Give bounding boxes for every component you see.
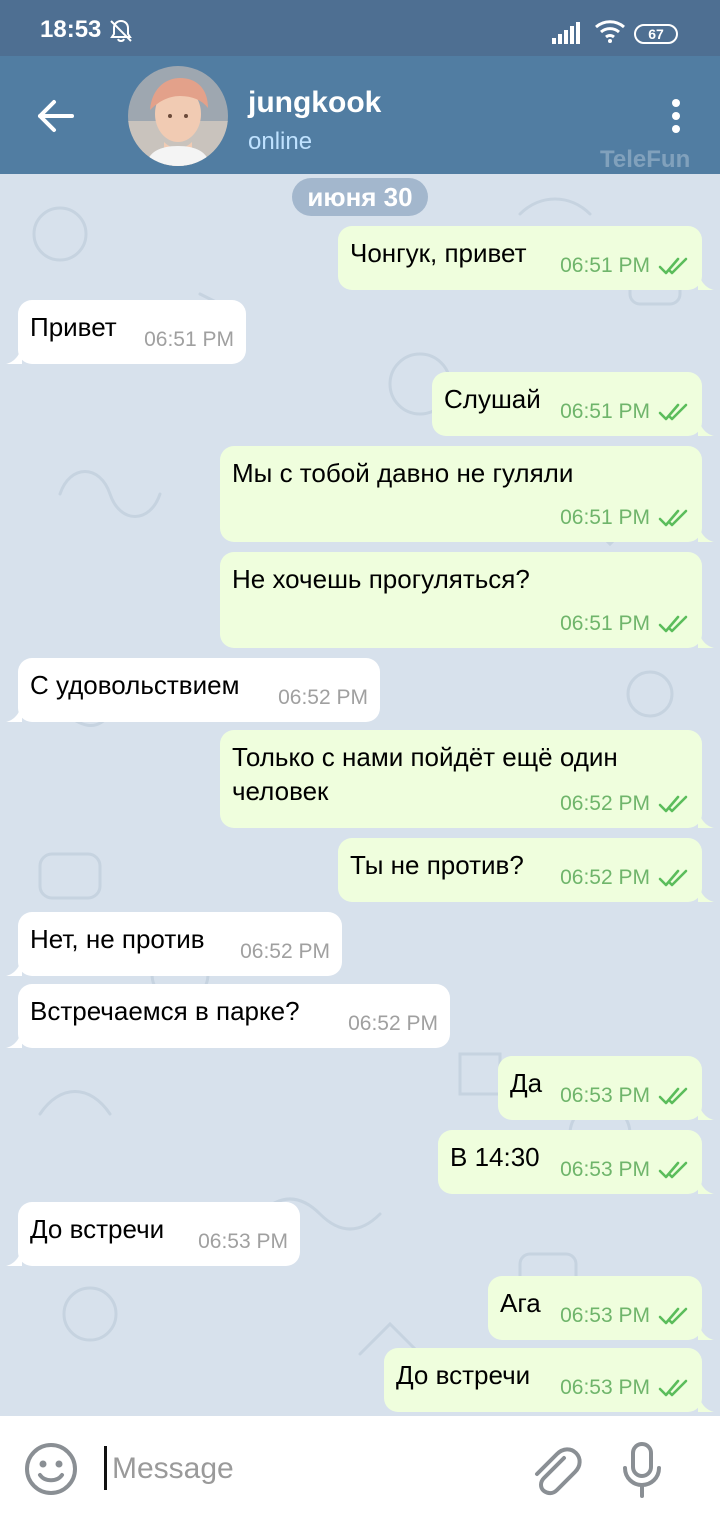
signal-icon — [552, 22, 580, 44]
wifi-icon — [595, 20, 625, 43]
back-arrow-icon[interactable] — [30, 96, 80, 136]
outgoing-message[interactable]: Ага 06:53 PM — [488, 1276, 714, 1340]
message-input[interactable] — [110, 1446, 494, 1492]
message-meta: 06:51 PM — [560, 506, 690, 530]
double-check-icon — [658, 869, 688, 887]
watermark: TeleFun — [600, 146, 691, 173]
outgoing-message[interactable]: Не хочешь прогуляться? 06:51 PM — [220, 552, 714, 648]
message-meta: 06:51 PM — [560, 400, 690, 424]
outgoing-message[interactable]: Ты не против? 06:52 PM — [338, 838, 714, 902]
bubble-tail — [698, 1392, 714, 1412]
outgoing-message[interactable]: Да 06:53 PM — [498, 1056, 714, 1120]
message-time: 06:51 PM — [144, 328, 234, 351]
message-meta: 06:53 PM — [560, 1304, 690, 1328]
paperclip-icon[interactable] — [526, 1442, 582, 1498]
double-check-icon — [658, 257, 688, 275]
outgoing-message[interactable]: В 14:30 06:53 PM — [438, 1130, 714, 1194]
incoming-message[interactable]: До встречи 06:53 PM — [6, 1202, 300, 1266]
message-time: 06:52 PM — [240, 940, 330, 963]
double-check-icon — [658, 795, 688, 813]
message-meta: 06:52 PM — [560, 792, 690, 816]
bubble-tail — [6, 1028, 22, 1048]
bubble-tail — [698, 1320, 714, 1340]
message-time: 06:51 PM — [560, 612, 650, 635]
incoming-message[interactable]: Встречаемся в парке? 06:52 PM — [6, 984, 450, 1048]
bubble-tail — [6, 956, 22, 976]
message-time: 06:53 PM — [560, 1084, 650, 1107]
chat-status: online — [248, 128, 313, 155]
message-meta: 06:53 PM — [560, 1376, 690, 1400]
date-badge: июня 30 — [292, 178, 428, 216]
avatar[interactable] — [128, 66, 228, 166]
double-check-icon — [658, 509, 688, 527]
double-check-icon — [658, 1161, 688, 1179]
message-meta: 06:52 PM — [348, 1012, 438, 1036]
text-cursor — [104, 1446, 107, 1490]
double-check-icon — [658, 615, 688, 633]
message-time: 06:52 PM — [560, 866, 650, 889]
battery-indicator: 67 — [634, 24, 678, 44]
outgoing-message[interactable]: Чонгук, привет 06:51 PM — [338, 226, 714, 290]
chat-name: jungkook — [248, 86, 382, 119]
status-time: 18:53 — [40, 16, 102, 43]
chat-header: jungkook online TeleFun — [0, 56, 720, 174]
incoming-message[interactable]: Привет 06:51 PM — [6, 300, 246, 364]
message-meta: 06:51 PM — [560, 254, 690, 278]
bubble-tail — [6, 702, 22, 722]
outgoing-message[interactable]: Только с нами пойдёт ещё один человек 06:… — [220, 730, 714, 828]
bell-muted-icon — [110, 19, 132, 43]
message-meta: 06:53 PM — [560, 1158, 690, 1182]
bubble-tail — [698, 882, 714, 902]
bubble-tail — [698, 808, 714, 828]
bubble-tail — [6, 1246, 22, 1266]
message-time: 06:51 PM — [560, 506, 650, 529]
message-time: 06:53 PM — [198, 1230, 288, 1253]
incoming-message[interactable]: Нет, не против 06:52 PM — [6, 912, 342, 976]
double-check-icon — [658, 1307, 688, 1325]
bubble-tail — [698, 270, 714, 290]
message-time: 06:51 PM — [560, 254, 650, 277]
message-meta: 06:52 PM — [560, 866, 690, 890]
bubble-tail — [698, 522, 714, 542]
message-meta: 06:52 PM — [240, 940, 330, 964]
message-meta: 06:51 PM — [144, 328, 234, 352]
message-meta: 06:53 PM — [198, 1230, 288, 1254]
bubble-tail — [698, 628, 714, 648]
more-vertical-icon[interactable] — [662, 96, 690, 136]
message-time: 06:53 PM — [560, 1158, 650, 1181]
message-meta: 06:51 PM — [560, 612, 690, 636]
bubble-tail — [698, 416, 714, 436]
double-check-icon — [658, 403, 688, 421]
bubble-tail — [6, 344, 22, 364]
message-text: Мы с тобой давно не гуляли — [232, 458, 574, 488]
message-meta: 06:52 PM — [278, 686, 368, 710]
message-time: 06:52 PM — [278, 686, 368, 709]
bubble-tail — [698, 1174, 714, 1194]
status-bar: 18:53 67 — [0, 0, 720, 56]
emoji-icon[interactable] — [24, 1442, 78, 1496]
double-check-icon — [658, 1087, 688, 1105]
message-meta: 06:53 PM — [560, 1084, 690, 1108]
double-check-icon — [658, 1379, 688, 1397]
outgoing-message[interactable]: Слушай 06:51 PM — [432, 372, 714, 436]
message-time: 06:52 PM — [560, 792, 650, 815]
message-time: 06:53 PM — [560, 1376, 650, 1399]
message-time: 06:51 PM — [560, 400, 650, 423]
outgoing-message[interactable]: Мы с тобой давно не гуляли 06:51 PM — [220, 446, 714, 542]
microphone-icon[interactable] — [618, 1440, 666, 1500]
message-input-bar — [0, 1416, 720, 1520]
outgoing-message[interactable]: До встречи 06:53 PM — [384, 1348, 714, 1412]
message-time: 06:53 PM — [560, 1304, 650, 1327]
message-text: Не хочешь прогуляться? — [232, 564, 530, 594]
bubble-tail — [698, 1100, 714, 1120]
message-time: 06:52 PM — [348, 1012, 438, 1035]
incoming-message[interactable]: С удовольствием 06:52 PM — [6, 658, 380, 722]
